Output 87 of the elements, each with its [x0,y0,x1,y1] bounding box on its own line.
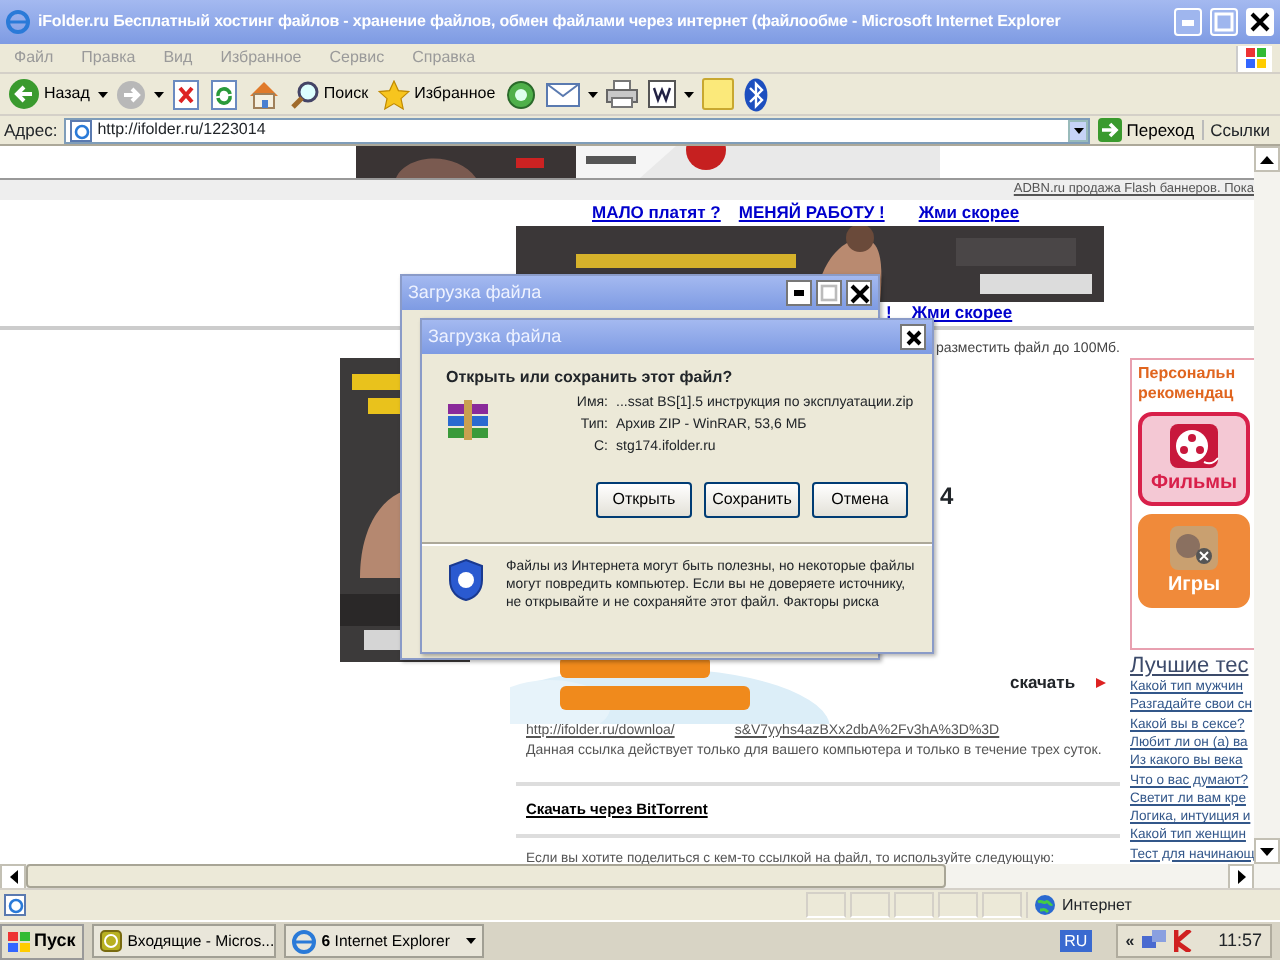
clock: 11:57 [1218,930,1262,952]
scroll-down-icon[interactable] [1260,847,1274,855]
dialog-button[interactable]: Отмена [812,481,908,518]
dialog-title: Загрузка файла [428,326,564,348]
favorites-button[interactable]: Избранное [376,79,498,109]
vertical-scrollbar[interactable] [1254,146,1280,864]
edit-button[interactable] [645,80,678,108]
page-icon [69,119,92,141]
links-button[interactable]: Ссылки [1202,119,1276,141]
home-button[interactable] [245,79,282,109]
refresh-icon [209,79,238,109]
arrow-icon [1095,677,1106,688]
search-icon [289,79,320,109]
dropdown-button[interactable] [1068,119,1089,141]
dialog-title: Загрузка файла [408,282,544,304]
widget-title: Персональн [1138,364,1238,384]
back-button[interactable]: Назад [6,78,92,110]
mail-app-icon [99,930,122,952]
ad-link[interactable]: Жми скорее [918,201,1020,223]
window-title: iFolder.ru Бесплатный хостинг файлов - хранение файлов, обмен файлами через интернет (файлообме - Microsoft Internet Explorer [38,12,1063,32]
digit-text: 4 [940,482,954,512]
dropdown-caret-icon[interactable] [587,91,598,97]
ad-link[interactable]: ! [886,302,892,324]
archive-icon [446,399,490,440]
maximize-icon [820,284,838,302]
antivirus-icon [1174,930,1195,952]
dialog-button[interactable]: Сохранить [704,481,800,518]
print-button[interactable] [603,80,640,108]
home-icon [247,79,280,109]
download-link[interactable]: скачать [1010,671,1076,692]
dropdown-caret-icon[interactable] [683,91,694,97]
ad-link[interactable]: Жми скорее [911,302,1013,324]
gamepad-icon [1168,524,1220,572]
dialog-button[interactable]: Открыть [596,481,692,518]
close-icon [1250,12,1270,32]
tray-expand-button[interactable]: « [1125,931,1135,951]
scroll-left-icon[interactable] [9,870,17,884]
horizontal-scrollbar[interactable] [0,864,1280,888]
film-reel-icon [1168,422,1220,470]
media-icon [505,79,536,109]
media-button[interactable] [503,79,538,109]
address-field[interactable]: http://ifolder.ru/1223014 [63,117,1091,143]
network-icon [1142,930,1167,952]
status-zone: Интернет [1062,895,1132,915]
ie-logo-icon [6,10,30,34]
stop-icon [171,79,200,109]
close-icon [903,327,923,347]
scroll-up-icon[interactable] [1260,155,1274,163]
document-icon [647,80,676,108]
refresh-button[interactable] [207,79,240,109]
go-arrow-icon [1098,118,1123,142]
stop-button[interactable] [169,79,202,109]
ie-logo-icon [291,929,316,953]
note-icon [701,78,734,110]
printer-icon [605,80,638,108]
ad-link[interactable]: МЕНЯЙ РАБОТУ ! [738,201,885,223]
dropdown-caret-icon[interactable] [153,91,164,97]
bluetooth-button[interactable] [741,77,770,111]
go-button[interactable]: Переход [1096,118,1197,142]
start-button[interactable]: Пуск [0,923,84,959]
globe-icon [1034,894,1056,916]
close-button[interactable] [900,324,926,350]
page-icon [4,894,26,916]
bluetooth-icon [743,77,768,111]
ad-link[interactable]: МАЛО платят ? [592,201,721,223]
scroll-right-icon[interactable] [1237,870,1245,884]
windows-logo-icon [8,931,30,951]
minimize-button[interactable] [786,280,812,306]
language-indicator[interactable]: RU [1060,929,1092,953]
tests-heading[interactable]: Лучшие тес [1130,654,1254,679]
mail-button[interactable] [543,81,582,107]
shield-icon [446,557,486,602]
star-icon [378,79,411,109]
minimize-icon [1182,19,1194,25]
dropdown-caret-icon [1073,127,1084,133]
search-button[interactable]: Поиск [287,79,371,109]
dropdown-caret-icon [465,938,476,944]
close-button[interactable] [846,280,872,306]
close-icon [849,283,869,303]
address-label: Адрес: [4,119,58,141]
minimize-icon [794,290,804,296]
envelope-icon [545,81,580,107]
widget-title: рекомендац [1138,384,1236,404]
maximize-icon [1214,12,1234,32]
maximize-button[interactable] [816,280,842,306]
dialog-question: Открыть или сохранить этот файл? [446,368,735,388]
dropdown-caret-icon[interactable] [97,91,108,97]
